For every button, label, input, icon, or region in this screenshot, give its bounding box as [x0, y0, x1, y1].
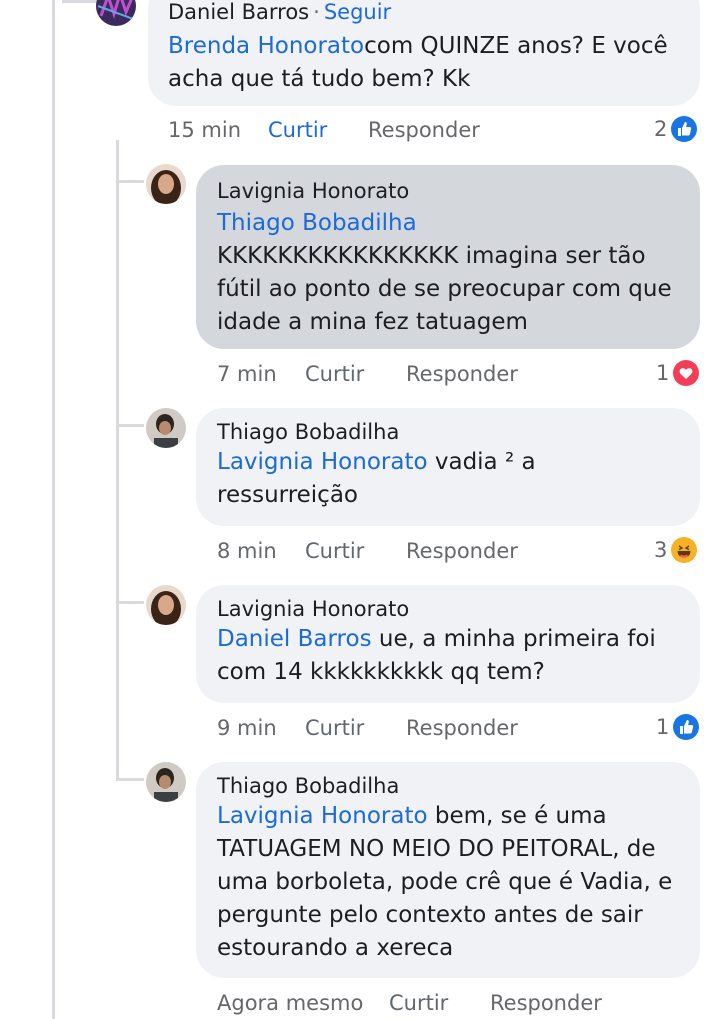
reply-button[interactable]: Responder [490, 991, 602, 1015]
comment-actions-3: 8 min Curtir Responder [217, 539, 687, 565]
comment-text: Lavignia Honorato bem, se é uma TATUAGEM… [217, 800, 680, 965]
like-icon [671, 116, 698, 142]
comment-text: Lavignia Honorato vadia ² a ressurreição [217, 446, 680, 512]
comment-text: Brenda Honoratocom QUINZE anos? E você a… [168, 30, 680, 96]
like-button[interactable]: Curtir [305, 362, 364, 386]
comment-author[interactable]: Thiago Bobadilha [217, 420, 680, 444]
comment-text: Thiago Bobadilha KKKKKKKKKKKKKKKK imagin… [217, 207, 680, 339]
like-button[interactable]: Curtir [268, 118, 327, 142]
mention-link[interactable]: Thiago Bobadilha [217, 207, 680, 240]
comment-actions-2: 7 min Curtir Responder [217, 362, 687, 388]
mention-link[interactable]: Lavignia Honorato [217, 803, 428, 829]
comment-author[interactable]: Lavignia Honorato [217, 179, 680, 203]
comment-time: Agora mesmo [217, 991, 364, 1015]
avatar-thiago-bobadilha[interactable] [146, 408, 186, 448]
comment-actions-1: 15 min Curtir Responder [168, 118, 688, 144]
comment-time: 8 min [217, 539, 277, 563]
like-button[interactable]: Curtir [305, 539, 364, 563]
comment-time: 7 min [217, 362, 277, 386]
thread-line-replies [116, 140, 119, 780]
reaction-count: 1 [656, 715, 670, 739]
comment-author[interactable]: Lavignia Honorato [217, 597, 680, 621]
comment-author-row: Daniel Barros · Seguir [168, 0, 680, 24]
reaction-count: 3 [654, 538, 668, 562]
separator-dot: · [313, 0, 320, 24]
reaction-summary-3[interactable]: 3 [654, 537, 698, 563]
comment-actions-4: 9 min Curtir Responder [217, 716, 687, 742]
thread-line-main [52, 0, 55, 1019]
reaction-summary-2[interactable]: 1 [656, 360, 700, 386]
reply-button[interactable]: Responder [406, 716, 518, 740]
comment-bubble-3[interactable]: Thiago Bobadilha Lavignia Honorato vadia… [196, 408, 700, 526]
thread-connector-4 [116, 778, 144, 781]
comment-time: 9 min [217, 716, 277, 740]
comment-bubble-4[interactable]: Lavignia Honorato Daniel Barros ue, a mi… [196, 585, 700, 703]
avatar-lavignia-honorato[interactable] [146, 585, 186, 625]
reaction-summary-4[interactable]: 1 [656, 714, 700, 740]
reaction-summary-1[interactable]: 2 [654, 116, 698, 142]
reaction-count: 1 [656, 361, 670, 385]
thread-connector-2 [116, 424, 144, 427]
love-icon [673, 360, 700, 386]
like-button[interactable]: Curtir [389, 991, 448, 1015]
like-button[interactable]: Curtir [305, 716, 364, 740]
reply-button[interactable]: Responder [406, 362, 518, 386]
thread-connector-1 [116, 180, 144, 183]
comment-author[interactable]: Thiago Bobadilha [217, 774, 680, 798]
reply-button[interactable]: Responder [406, 539, 518, 563]
comment-time: 15 min [168, 118, 241, 142]
comment-body: KKKKKKKKKKKKKKKK imagina ser tão fútil a… [217, 243, 672, 335]
comment-actions-5: Agora mesmo Curtir Responder [217, 991, 687, 1017]
comment-author[interactable]: Daniel Barros [168, 0, 309, 24]
mention-link[interactable]: Lavignia Honorato [217, 449, 428, 475]
avatar-daniel-barros[interactable] [96, 0, 136, 26]
haha-icon [671, 537, 698, 563]
comment-text: Daniel Barros ue, a minha primeira foi c… [217, 623, 680, 689]
reaction-count: 2 [654, 117, 668, 141]
comment-bubble-1[interactable]: Daniel Barros · Seguir Brenda Honoratocom … [148, 0, 700, 106]
mention-link[interactable]: Daniel Barros [217, 626, 372, 652]
avatar-thiago-bobadilha[interactable] [146, 762, 186, 802]
thread-connector-3 [116, 601, 144, 604]
reply-button[interactable]: Responder [368, 118, 480, 142]
mention-link[interactable]: Brenda Honorato [168, 33, 364, 59]
avatar-lavignia-honorato[interactable] [146, 164, 186, 204]
like-icon [673, 714, 700, 740]
follow-button[interactable]: Seguir [324, 0, 391, 24]
comment-bubble-2[interactable]: Lavignia Honorato Thiago Bobadilha KKKKK… [196, 165, 700, 349]
comment-bubble-5[interactable]: Thiago Bobadilha Lavignia Honorato bem, … [196, 762, 700, 978]
